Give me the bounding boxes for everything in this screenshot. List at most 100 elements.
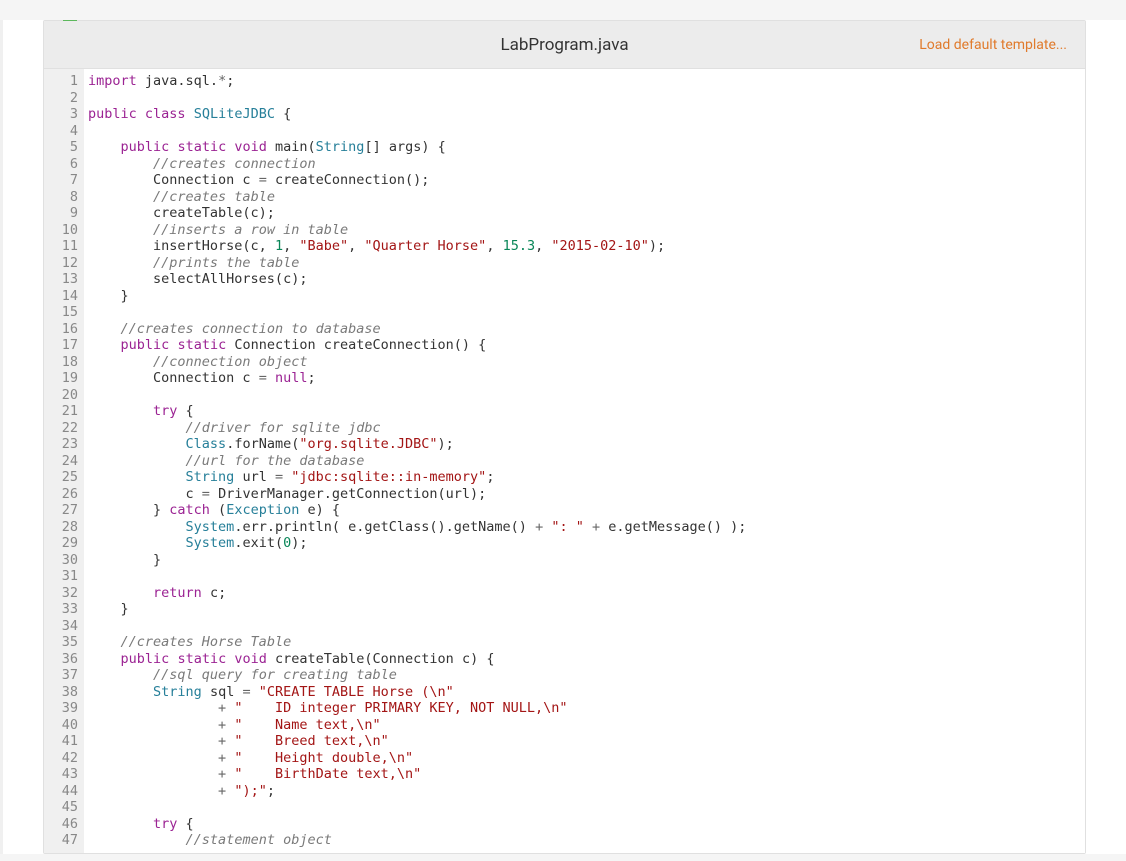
line-number: 8	[44, 189, 78, 206]
code-line[interactable]: //inserts a row in table	[88, 222, 1085, 239]
code-area[interactable]: 1234567891011121314151617181920212223242…	[44, 69, 1085, 853]
code-line[interactable]: System.err.println( e.getClass().getName…	[88, 519, 1085, 536]
code-line[interactable]: + " ID integer PRIMARY KEY, NOT NULL,\n"	[88, 700, 1085, 717]
line-number: 40	[44, 717, 78, 734]
line-number: 44	[44, 783, 78, 800]
line-number: 18	[44, 354, 78, 371]
code-line[interactable]: }	[88, 552, 1085, 569]
line-number: 21	[44, 403, 78, 420]
line-number: 12	[44, 255, 78, 272]
line-number: 7	[44, 172, 78, 189]
code-line[interactable]	[88, 304, 1085, 321]
line-number: 30	[44, 552, 78, 569]
line-number: 15	[44, 304, 78, 321]
line-number: 22	[44, 420, 78, 437]
code-line[interactable]: //driver for sqlite jdbc	[88, 420, 1085, 437]
code-line[interactable]: import java.sql.*;	[88, 73, 1085, 90]
line-number: 46	[44, 816, 78, 833]
code-line[interactable]: //connection object	[88, 354, 1085, 371]
editor-filename: LabProgram.java	[500, 35, 628, 55]
code-line[interactable]: c = DriverManager.getConnection(url);	[88, 486, 1085, 503]
line-number: 45	[44, 799, 78, 816]
code-line[interactable]: public static void createTable(Connectio…	[88, 651, 1085, 668]
line-number: 2	[44, 90, 78, 107]
load-default-template-link[interactable]: Load default template...	[919, 37, 1067, 53]
code-line[interactable]	[88, 799, 1085, 816]
code-line[interactable]: try {	[88, 816, 1085, 833]
code-line[interactable]: Connection c = createConnection();	[88, 172, 1085, 189]
line-number: 39	[44, 700, 78, 717]
line-number: 42	[44, 750, 78, 767]
code-line[interactable]: String url = "jdbc:sqlite::in-memory";	[88, 469, 1085, 486]
code-line[interactable]: + " Height double,\n"	[88, 750, 1085, 767]
line-number: 24	[44, 453, 78, 470]
code-line[interactable]	[88, 618, 1085, 635]
code-line[interactable]: //prints the table	[88, 255, 1085, 272]
code-line[interactable]: //creates connection to database	[88, 321, 1085, 338]
line-number: 47	[44, 832, 78, 849]
code-line[interactable]: }	[88, 288, 1085, 305]
code-line[interactable]: }	[88, 601, 1085, 618]
code-line[interactable]: try {	[88, 403, 1085, 420]
code-line[interactable]	[88, 387, 1085, 404]
line-number: 27	[44, 502, 78, 519]
code-line[interactable]: String sql = "CREATE TABLE Horse (\n"	[88, 684, 1085, 701]
page: LabProgram.java Load default template...…	[0, 20, 1126, 854]
line-number: 43	[44, 766, 78, 783]
line-number: 29	[44, 535, 78, 552]
line-number: 32	[44, 585, 78, 602]
code-line[interactable]: + " BirthDate text,\n"	[88, 766, 1085, 783]
code-line[interactable]: + " Breed text,\n"	[88, 733, 1085, 750]
line-number: 10	[44, 222, 78, 239]
line-number: 37	[44, 667, 78, 684]
line-number: 13	[44, 271, 78, 288]
code-line[interactable]	[88, 90, 1085, 107]
code-line[interactable]	[88, 568, 1085, 585]
code-line[interactable]: Connection c = null;	[88, 370, 1085, 387]
code-line[interactable]: public static Connection createConnectio…	[88, 337, 1085, 354]
code-line[interactable]: + ");";	[88, 783, 1085, 800]
code-line[interactable]: insertHorse(c, 1, "Babe", "Quarter Horse…	[88, 238, 1085, 255]
line-number: 16	[44, 321, 78, 338]
line-number: 35	[44, 634, 78, 651]
line-number: 19	[44, 370, 78, 387]
code-line[interactable]: createTable(c);	[88, 205, 1085, 222]
line-number: 11	[44, 238, 78, 255]
line-number: 5	[44, 139, 78, 156]
line-number: 38	[44, 684, 78, 701]
line-number: 36	[44, 651, 78, 668]
line-number: 25	[44, 469, 78, 486]
code-line[interactable]: Class.forName("org.sqlite.JDBC");	[88, 436, 1085, 453]
code-line[interactable]: //creates Horse Table	[88, 634, 1085, 651]
code-line[interactable]: return c;	[88, 585, 1085, 602]
line-number: 6	[44, 156, 78, 173]
line-number: 41	[44, 733, 78, 750]
code-line[interactable]: //statement object	[88, 832, 1085, 849]
line-number: 14	[44, 288, 78, 305]
code-line[interactable]: public class SQLiteJDBC {	[88, 106, 1085, 123]
line-number: 3	[44, 106, 78, 123]
line-number: 9	[44, 205, 78, 222]
editor-header: LabProgram.java Load default template...	[44, 21, 1085, 69]
line-number: 17	[44, 337, 78, 354]
code-line[interactable]: //sql query for creating table	[88, 667, 1085, 684]
code-line[interactable]: selectAllHorses(c);	[88, 271, 1085, 288]
code-line[interactable]: //creates connection	[88, 156, 1085, 173]
code-line[interactable]	[88, 123, 1085, 140]
line-number: 20	[44, 387, 78, 404]
code-line[interactable]: //creates table	[88, 189, 1085, 206]
code-editor: LabProgram.java Load default template...…	[43, 20, 1086, 854]
line-number: 34	[44, 618, 78, 635]
code-line[interactable]: //url for the database	[88, 453, 1085, 470]
code-line[interactable]: System.exit(0);	[88, 535, 1085, 552]
line-number: 33	[44, 601, 78, 618]
code-content[interactable]: import java.sql.*; public class SQLiteJDB…	[84, 69, 1085, 853]
line-number: 1	[44, 73, 78, 90]
line-number: 28	[44, 519, 78, 536]
line-number: 4	[44, 123, 78, 140]
line-number-gutter: 1234567891011121314151617181920212223242…	[44, 69, 84, 853]
code-line[interactable]: + " Name text,\n"	[88, 717, 1085, 734]
line-number: 23	[44, 436, 78, 453]
code-line[interactable]: } catch (Exception e) {	[88, 502, 1085, 519]
code-line[interactable]: public static void main(String[] args) {	[88, 139, 1085, 156]
